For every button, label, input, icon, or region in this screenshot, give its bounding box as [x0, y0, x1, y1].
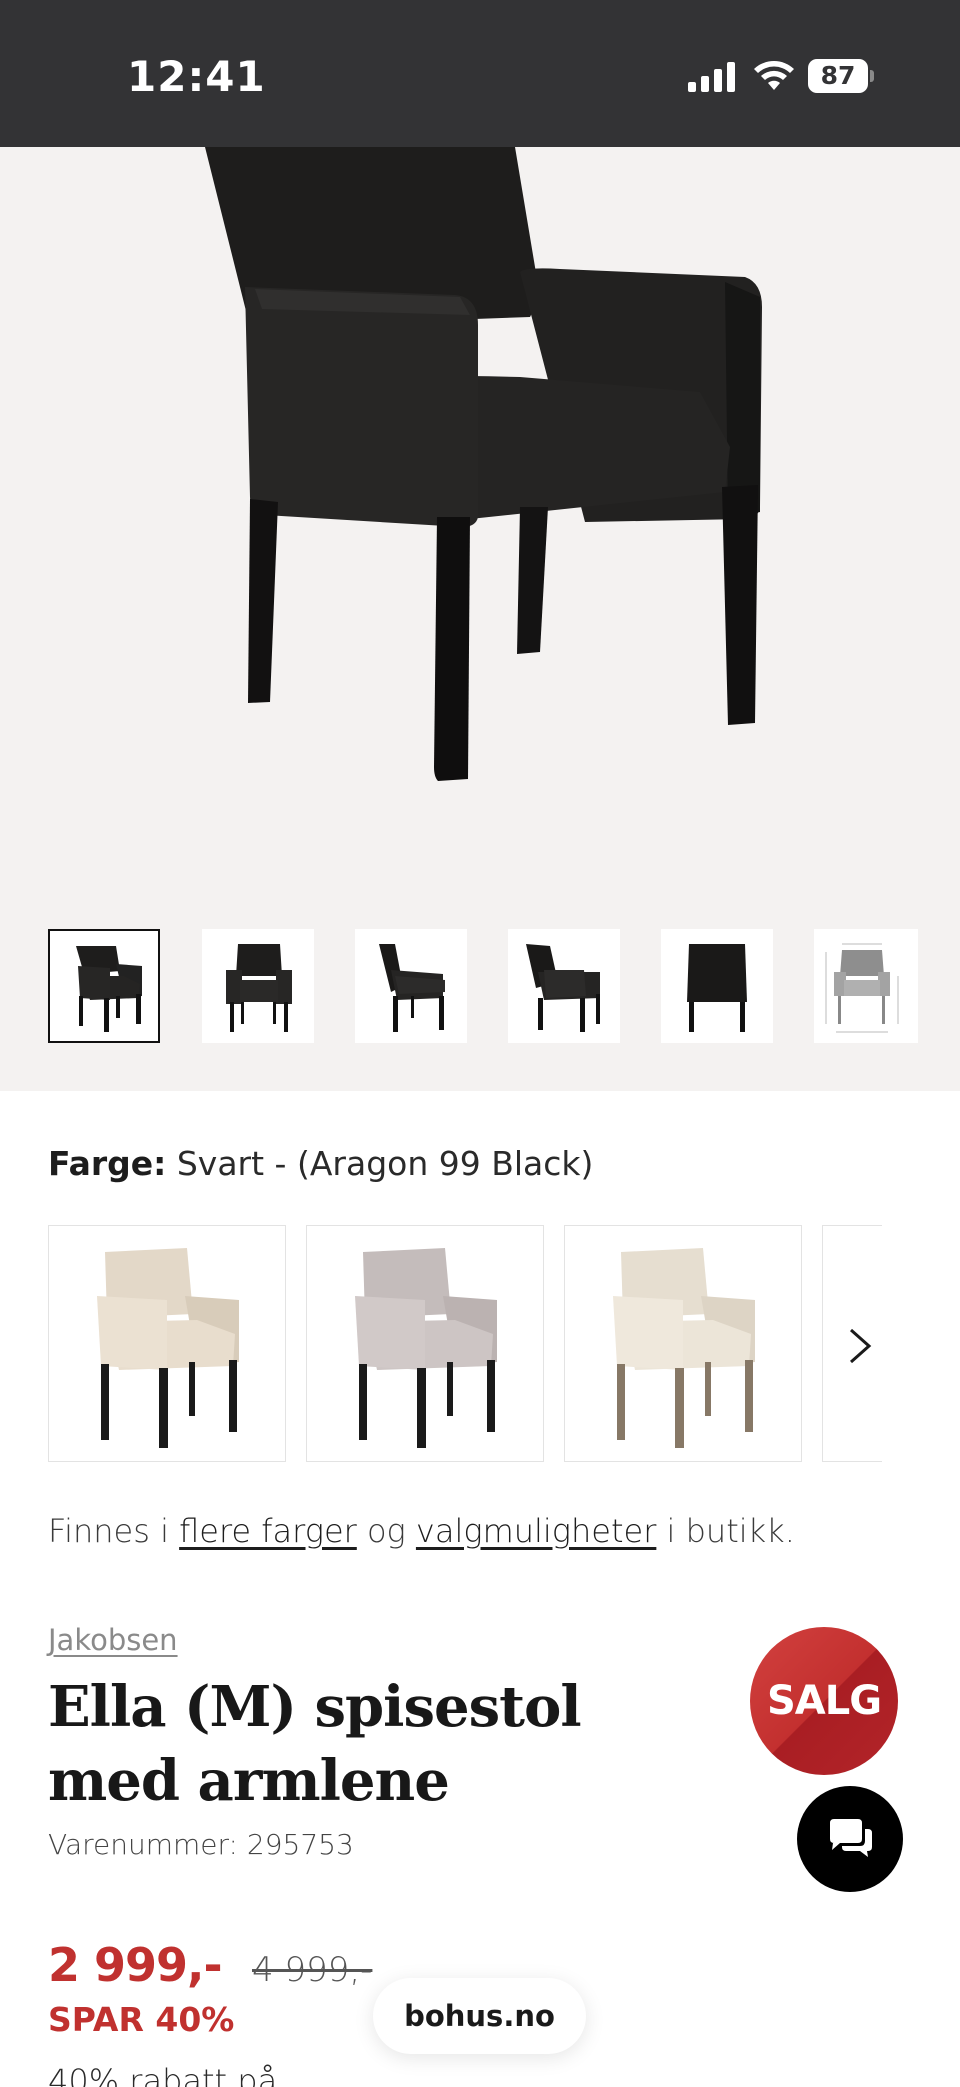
browser-url-pill[interactable]: bohus.no — [373, 1978, 586, 2054]
options-link[interactable]: valgmuligheter — [416, 1512, 656, 1550]
current-price: 2 999,- — [48, 1938, 223, 1992]
chair-thumbnail-image — [76, 946, 142, 1032]
chat-icon — [830, 1819, 872, 1857]
chair-swatch-image — [355, 1247, 497, 1448]
thumbnail-2[interactable] — [202, 929, 314, 1043]
thumbnail-4[interactable] — [508, 929, 620, 1043]
signal-icon — [688, 62, 735, 92]
thumbnail-3[interactable] — [355, 929, 467, 1043]
chair-thumbnail-image — [687, 944, 747, 1032]
battery-level: 87 — [808, 59, 868, 93]
chair-thumbnail-image — [379, 944, 445, 1032]
status-time: 12:41 — [127, 52, 266, 101]
more-colors-link[interactable]: flere farger — [179, 1512, 357, 1550]
thumbnail-6-dimensions[interactable] — [814, 929, 918, 1043]
battery-tip — [870, 70, 874, 82]
chat-button[interactable] — [797, 1786, 903, 1892]
discount-label: SPAR 40% — [48, 2000, 235, 2039]
sale-badge: SALG — [750, 1627, 898, 1775]
thumbnail-5[interactable] — [661, 929, 773, 1043]
chair-swatch-image — [97, 1247, 239, 1448]
chair-thumbnail-image — [526, 944, 600, 1032]
chevron-right-icon[interactable] — [845, 1326, 875, 1366]
color-label-title: Farge: — [48, 1144, 167, 1183]
color-swatch-grey[interactable] — [306, 1225, 544, 1462]
product-title: Ella (M) spisestol med armlene — [48, 1674, 582, 1814]
color-label: Farge: Svart - (Aragon 99 Black) — [48, 1144, 593, 1183]
brand-link[interactable]: Jakobsen — [48, 1623, 178, 1657]
status-bar: 12:41 87 — [0, 0, 960, 147]
availability-middle: og — [366, 1512, 406, 1550]
chair-swatch-image — [613, 1247, 755, 1448]
color-swatch-beige[interactable] — [48, 1225, 286, 1462]
battery-icon: 87 — [808, 59, 874, 93]
chair-thumbnail-image — [226, 944, 292, 1032]
dimensions-drawing-image — [825, 943, 899, 1033]
availability-text: Finnes i flere farger og valgmuligheter … — [48, 1512, 795, 1550]
availability-prefix: Finnes i — [48, 1512, 169, 1550]
original-price: 4 999,- — [252, 1950, 373, 1990]
discount-note: 40% rabatt på — [48, 2062, 278, 2087]
color-swatch-cream[interactable] — [564, 1225, 802, 1462]
wifi-icon — [754, 61, 794, 90]
main-product-image[interactable] — [0, 147, 960, 887]
availability-suffix: i butikk. — [666, 1512, 795, 1550]
thumbnail-1[interactable] — [48, 929, 160, 1043]
color-value: Svart - (Aragon 99 Black) — [176, 1144, 594, 1183]
product-sku: Varenummer: 295753 — [48, 1828, 354, 1861]
